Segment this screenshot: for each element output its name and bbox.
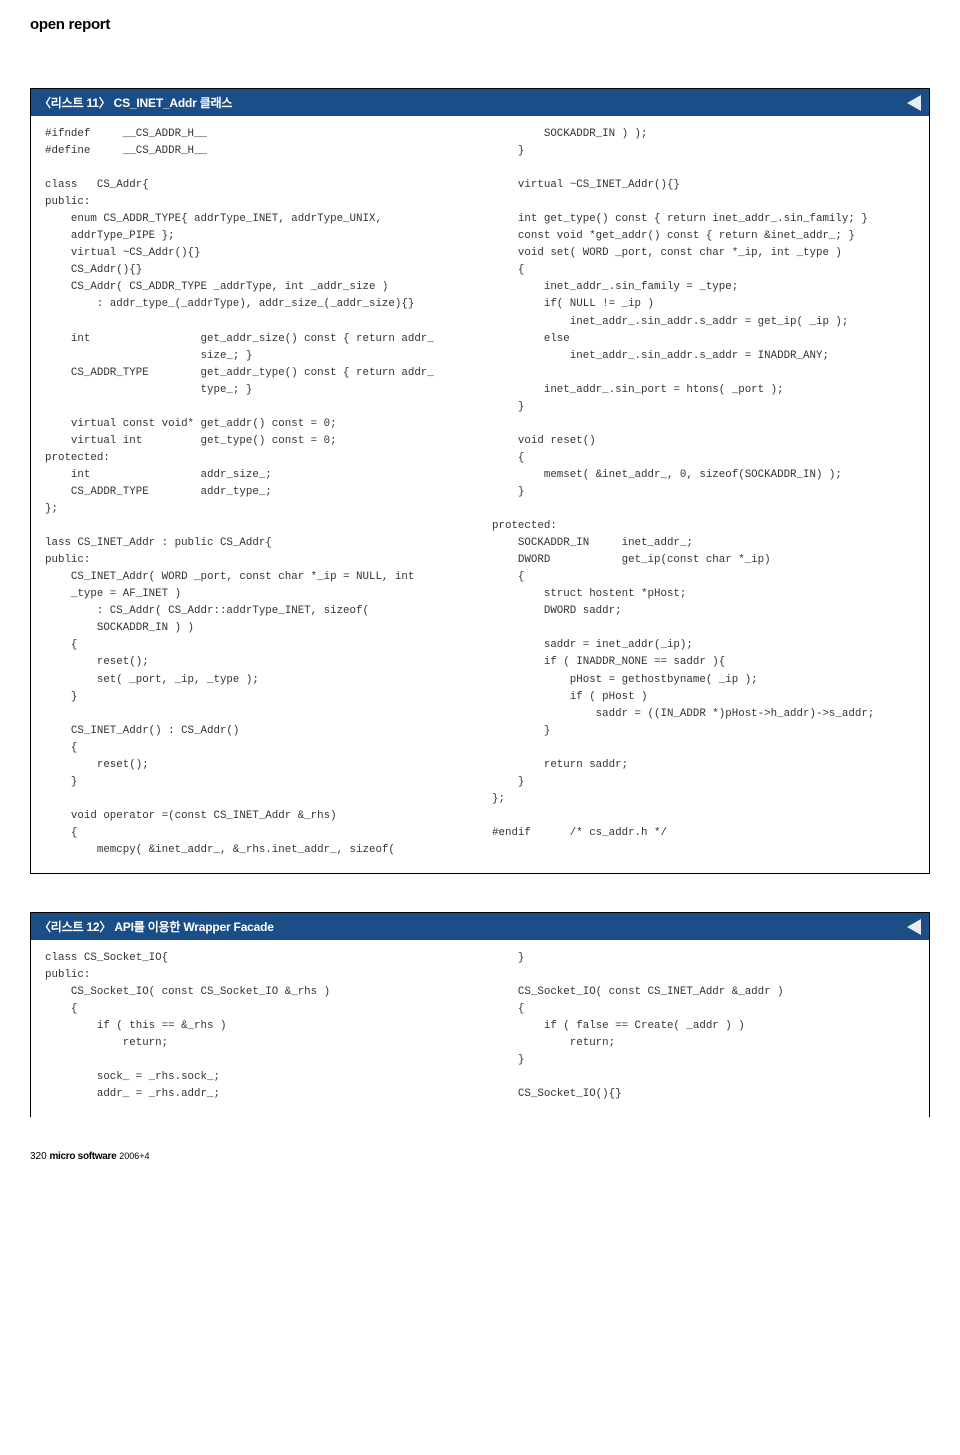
listing-12-col-left: class CS_Socket_IO{ public: CS_Socket_IO… [45,950,468,1103]
listing-11-titlebar: 〈리스트 11〉 CS_INET_Addr 클래스 [31,89,929,116]
code-block: } CS_Socket_IO( const CS_INET_Addr &_add… [492,950,915,1103]
listing-12-col-right: } CS_Socket_IO( const CS_INET_Addr &_add… [492,950,915,1103]
listing-12-titlebar: 〈리스트 12〉 API를 이용한 Wrapper Facade [31,913,929,940]
listing-11-columns: #ifndef __CS_ADDR_H__ #define __CS_ADDR_… [31,116,929,873]
listing-11-box: 〈리스트 11〉 CS_INET_Addr 클래스 #ifndef __CS_A… [30,88,930,874]
spacer [30,902,930,912]
arrow-left-icon [907,95,921,111]
page-footer: 320 micro software 2006+4 [0,1145,960,1172]
listing-12-columns: class CS_Socket_IO{ public: CS_Socket_IO… [31,940,929,1117]
page-header-title: open report [30,16,110,33]
listing-11-col-right: SOCKADDR_IN ) ); } virtual ~CS_INET_Addr… [492,126,915,859]
listing-11-title: 〈리스트 11〉 CS_INET_Addr 클래스 [39,94,232,111]
page-header: open report [30,16,930,33]
page-number: 320 [30,1151,47,1162]
page-content: open report 〈리스트 11〉 CS_INET_Addr 클래스 #i… [0,0,960,1117]
magazine-name: micro software [49,1151,116,1162]
code-block: #ifndef __CS_ADDR_H__ #define __CS_ADDR_… [45,126,468,859]
code-block: class CS_Socket_IO{ public: CS_Socket_IO… [45,950,468,1103]
arrow-left-icon [907,919,921,935]
listing-12-box: 〈리스트 12〉 API를 이용한 Wrapper Facade class C… [30,912,930,1117]
issue-label: 2006+4 [119,1151,149,1161]
code-block: SOCKADDR_IN ) ); } virtual ~CS_INET_Addr… [492,126,915,842]
listing-12-title: 〈리스트 12〉 API를 이용한 Wrapper Facade [39,918,274,935]
listing-11-col-left: #ifndef __CS_ADDR_H__ #define __CS_ADDR_… [45,126,468,859]
